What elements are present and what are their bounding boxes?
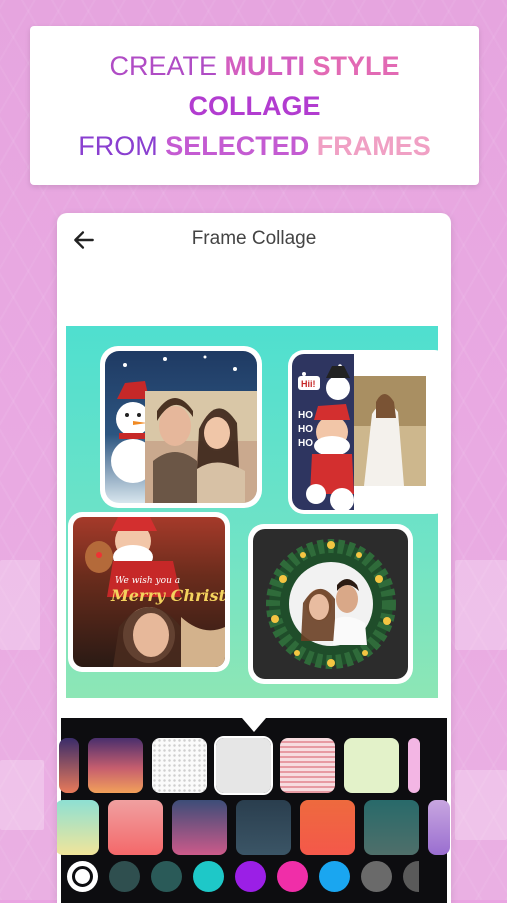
photo-script-text: We wish you a <box>115 576 180 586</box>
promo-headline: CREATE MULTI STYLE COLLAGE FROM SELECTED… <box>30 26 479 185</box>
color-swatch-selected[interactable] <box>67 861 98 892</box>
selection-pointer <box>242 718 266 732</box>
sticker-text: Hii! <box>301 379 316 389</box>
headline-word: STYLE <box>312 50 400 81</box>
app-screen: Frame Collage Hii! HO HO HO We wish you … <box>57 213 451 903</box>
color-row <box>67 861 419 892</box>
pattern-swatch[interactable] <box>344 738 399 793</box>
pattern-swatch[interactable] <box>152 738 207 793</box>
headline-word: COLLAGE <box>188 90 321 121</box>
santa-photo-illustration: Hii! HO HO HO <box>292 354 426 510</box>
collage-photo-2[interactable]: Hii! HO HO HO <box>288 350 438 514</box>
background-decor <box>0 560 40 650</box>
gradient-swatch[interactable] <box>364 800 419 855</box>
color-swatch[interactable] <box>361 861 392 892</box>
collage-photo-1[interactable] <box>100 346 262 508</box>
photo-title-text: Merry Christmas <box>110 586 225 605</box>
collage-photo-4[interactable] <box>248 524 413 684</box>
color-swatch[interactable] <box>151 861 182 892</box>
headline-word: FRAMES <box>316 130 431 161</box>
gradient-swatch[interactable] <box>428 800 450 855</box>
color-swatch[interactable] <box>403 861 419 892</box>
pattern-row <box>59 736 420 795</box>
headline-word: FROM <box>78 130 158 161</box>
gradient-swatch[interactable] <box>108 800 163 855</box>
gradient-swatch[interactable] <box>57 800 99 855</box>
color-swatch[interactable] <box>235 861 266 892</box>
snowman-photo-illustration <box>111 355 257 503</box>
color-swatch[interactable] <box>277 861 308 892</box>
headline-word: MULTI <box>224 50 305 81</box>
gradient-swatch[interactable] <box>172 800 227 855</box>
pattern-swatch[interactable] <box>280 738 335 793</box>
selected-ring-icon <box>72 866 93 887</box>
gradient-swatch[interactable] <box>300 800 355 855</box>
app-bar: Frame Collage <box>57 213 451 265</box>
color-swatch[interactable] <box>319 861 350 892</box>
color-swatch[interactable] <box>109 861 140 892</box>
headline-word: CREATE <box>109 50 217 81</box>
wreath-photo-illustration <box>266 539 396 669</box>
color-swatch[interactable] <box>193 861 224 892</box>
collage-canvas[interactable]: Hii! HO HO HO We wish you a Merry Christ <box>66 326 438 698</box>
collage-photo-3[interactable]: We wish you a Merry Christmas <box>68 512 230 672</box>
gradient-row <box>57 800 450 856</box>
background-decor <box>0 760 44 830</box>
merry-christmas-photo-illustration: We wish you a Merry Christmas <box>85 517 225 667</box>
background-picker <box>57 718 450 903</box>
background-decor <box>455 770 507 840</box>
page-title: Frame Collage <box>191 228 317 249</box>
headline-word: SELECTED <box>165 130 310 161</box>
pattern-swatch[interactable] <box>88 738 143 793</box>
pattern-swatch[interactable] <box>59 738 79 793</box>
sticker-text: HO <box>298 424 313 435</box>
pattern-swatch-selected[interactable] <box>214 736 273 795</box>
background-decor <box>455 560 507 650</box>
sticker-text: HO <box>298 438 313 449</box>
sticker-text: HO <box>298 410 313 421</box>
gradient-swatch[interactable] <box>236 800 291 855</box>
pattern-swatch[interactable] <box>408 738 420 793</box>
